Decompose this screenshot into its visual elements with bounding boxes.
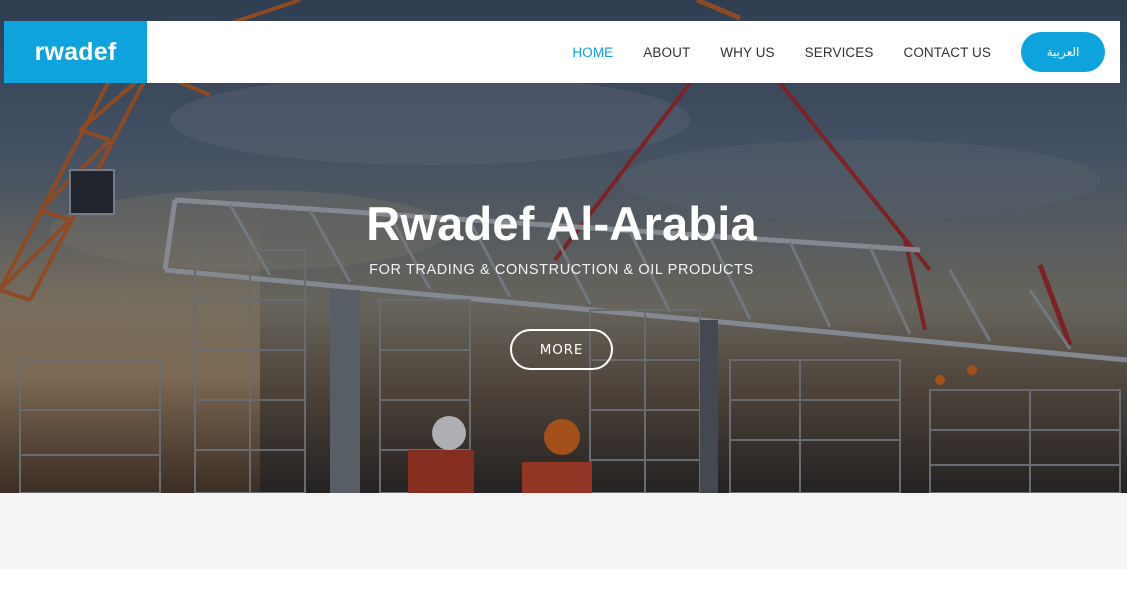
hero-subtitle: FOR TRADING & CONSTRUCTION & OIL PRODUCT… <box>369 262 754 278</box>
hero-content: Rwadef Al-Arabia FOR TRADING & CONSTRUCT… <box>0 0 1127 493</box>
more-button[interactable]: MORE <box>510 329 613 370</box>
section-divider-band <box>0 493 1127 569</box>
hero-title: Rwadef Al-Arabia <box>366 197 757 250</box>
